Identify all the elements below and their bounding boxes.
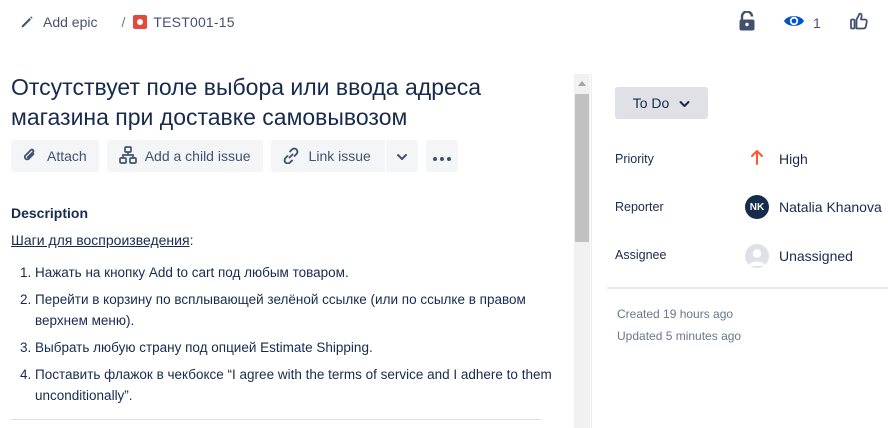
vote-button[interactable] xyxy=(849,12,869,34)
content-divider xyxy=(11,419,541,420)
link-issue-label: Link issue xyxy=(308,148,371,164)
reporter-field[interactable]: NK Natalia Khanova xyxy=(745,195,882,219)
step-item: Выбрать любую страну под опцией Estimate… xyxy=(35,337,555,358)
priority-value: High xyxy=(779,150,808,167)
arrow-up-icon xyxy=(750,149,764,168)
step-item: Поставить флажок в чекбоксе “I agree wit… xyxy=(35,364,555,406)
description-heading: Description xyxy=(11,205,89,221)
link-issue-group: Link issue xyxy=(270,140,418,172)
link-issue-button[interactable]: Link issue xyxy=(281,140,385,172)
watch-button[interactable]: 1 xyxy=(783,12,821,34)
chevron-down-icon xyxy=(679,95,690,111)
assignee-value: Unassigned xyxy=(779,248,853,264)
sidebar-divider xyxy=(607,287,888,289)
bug-icon xyxy=(133,15,148,29)
breadcrumb-separator: / xyxy=(121,14,126,30)
reporter-label: Reporter xyxy=(615,200,664,214)
lock-button[interactable] xyxy=(737,9,757,36)
priority-label: Priority xyxy=(615,152,654,166)
status-dropdown[interactable]: To Do xyxy=(615,87,708,119)
assignee-label: Assignee xyxy=(615,248,667,262)
step-item: Перейти в корзину по всплывающей зелёной… xyxy=(35,289,555,331)
reporter-name: Natalia Khanova xyxy=(779,199,882,215)
attach-label: Attach xyxy=(47,148,87,164)
reporter-avatar: NK xyxy=(745,195,769,219)
add-child-issue-button[interactable]: Add a child issue xyxy=(106,140,263,172)
hierarchy-icon xyxy=(118,145,137,167)
unlock-icon xyxy=(739,9,755,36)
paperclip-icon xyxy=(21,146,39,167)
status-label: To Do xyxy=(632,95,670,111)
issue-title[interactable]: Отсутствует поле выбора или ввода адреса… xyxy=(11,72,531,132)
pencil-icon xyxy=(20,15,34,29)
more-icon xyxy=(432,148,451,164)
link-icon xyxy=(281,146,301,167)
steps-heading-text: Шаги для воспроизведения xyxy=(11,232,190,248)
add-child-label: Add a child issue xyxy=(144,148,251,164)
steps-list[interactable]: Нажать на кнопку Add to cart под любым т… xyxy=(11,262,555,412)
thumbs-up-icon xyxy=(850,12,868,35)
chevron-down-icon xyxy=(396,148,408,164)
updated-timestamp: Updated 5 minutes ago xyxy=(617,329,742,343)
issue-key: TEST001-15 xyxy=(153,14,235,30)
scroll-up-arrow[interactable] xyxy=(574,74,590,90)
issue-key-link[interactable]: TEST001-15 xyxy=(133,14,235,30)
created-timestamp: Created 19 hours ago xyxy=(617,307,734,321)
assignee-field[interactable]: Unassigned xyxy=(745,244,853,268)
link-issue-dropdown[interactable] xyxy=(384,140,418,172)
panel-separator xyxy=(591,74,592,428)
breadcrumb: Add epic / TEST001-15 xyxy=(20,14,235,30)
scrollbar-thumb[interactable] xyxy=(575,94,589,242)
attach-button[interactable]: Attach xyxy=(11,140,99,172)
add-epic-label: Add epic xyxy=(43,14,98,30)
watch-count: 1 xyxy=(813,15,821,31)
issue-toolbar: Attach Add a child issue Link issue xyxy=(11,140,458,172)
step-item: Нажать на кнопку Add to cart под любым т… xyxy=(35,262,555,283)
add-epic-link[interactable]: Add epic xyxy=(20,14,97,30)
triangle-up-icon xyxy=(578,73,586,91)
eye-icon xyxy=(783,13,805,34)
more-actions-button[interactable] xyxy=(425,140,458,172)
priority-field[interactable]: High xyxy=(750,149,808,168)
unassigned-avatar-icon xyxy=(745,244,769,268)
steps-heading-colon: : xyxy=(189,232,194,248)
steps-heading: Шаги для воспроизведения: xyxy=(11,232,193,248)
